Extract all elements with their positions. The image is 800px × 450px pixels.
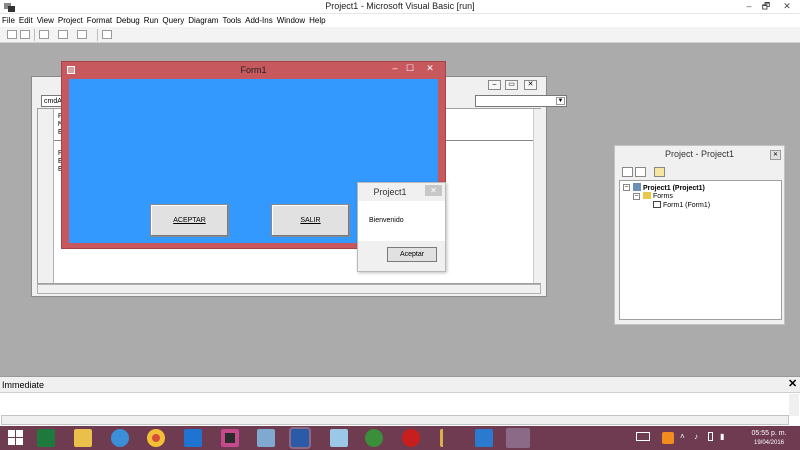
toolbar — [0, 27, 800, 43]
clock-date[interactable]: 19/04/2016 — [738, 440, 800, 446]
chevron-up-icon[interactable]: ˄ — [680, 432, 685, 441]
tree-item-project-label: Project1 (Project1) — [643, 185, 705, 192]
code-vertical-scrollbar[interactable] — [533, 109, 542, 283]
vb6-icon[interactable] — [506, 428, 530, 448]
toolbar-separator — [97, 29, 98, 41]
toolbar-spacing-icon[interactable] — [77, 30, 87, 39]
code-margin — [38, 109, 54, 283]
project-explorer-toolbar — [619, 165, 782, 179]
project-tree: – Project1 (Project1) – Forms Form1 (For… — [619, 180, 782, 320]
immediate-vertical-scrollbar[interactable] — [789, 394, 799, 416]
toolbar-size-icon[interactable] — [58, 30, 68, 39]
view-code-icon[interactable] — [622, 167, 633, 177]
immediate-close-button[interactable]: ✕ — [788, 379, 797, 390]
menu-debug[interactable]: Debug — [114, 14, 142, 27]
project-explorer: Project - Project1 ✕ – Project1 (Project… — [614, 145, 785, 325]
code-close-button[interactable]: ✕ — [524, 80, 537, 90]
message-box-header: Project1 ✕ — [358, 183, 445, 201]
menu-tools[interactable]: Tools — [220, 14, 243, 27]
excel-icon[interactable] — [37, 429, 55, 447]
battery-icon[interactable] — [708, 432, 713, 441]
dropbox-icon[interactable] — [184, 429, 202, 447]
accept-button[interactable]: ACEPTAR — [150, 204, 229, 237]
gimp-app-icon[interactable] — [475, 429, 493, 447]
tree-collapse-icon[interactable]: – — [623, 184, 630, 191]
menu-file[interactable]: File — [0, 14, 17, 27]
procedure-combo[interactable]: ▼ — [475, 95, 567, 107]
tree-item-forms[interactable]: Forms — [643, 192, 673, 200]
message-box: Project1 ✕ Bienvenido Aceptar — [357, 182, 446, 272]
menu-edit[interactable]: Edit — [17, 14, 35, 27]
menu-run[interactable]: Run — [142, 14, 161, 27]
form1-minimize-button[interactable]: – — [388, 63, 402, 75]
form1-maximize-button[interactable]: ☐ — [403, 63, 417, 75]
quill-app-icon[interactable] — [440, 429, 458, 447]
menu-window[interactable]: Window — [275, 14, 307, 27]
toggle-folders-icon[interactable] — [654, 167, 665, 177]
chevron-down-icon[interactable]: ▼ — [556, 97, 565, 105]
internet-explorer-icon[interactable] — [111, 429, 129, 447]
close-button[interactable]: ✕ — [778, 0, 796, 13]
network-app-icon[interactable] — [257, 429, 275, 447]
tree-item-form1-label: Form1 (Form1) — [663, 202, 711, 209]
message-text: Bienvenido — [369, 217, 404, 224]
network-icon[interactable]: ▮ — [720, 432, 724, 441]
menu-view[interactable]: View — [35, 14, 56, 27]
folder-icon — [643, 192, 651, 199]
clock-time[interactable]: 05:55 p. m. — [738, 430, 800, 437]
flash-icon[interactable] — [402, 429, 420, 447]
immediate-header: Immediate ✕ — [0, 377, 800, 393]
chrome-icon[interactable] — [147, 429, 165, 447]
tree-item-forms-label: Forms — [653, 193, 673, 200]
dreamweaver-icon[interactable] — [365, 429, 383, 447]
file-explorer-icon[interactable] — [74, 429, 92, 447]
message-box-close-button[interactable]: ✕ — [425, 185, 442, 196]
code-restore-button[interactable]: ▭ — [505, 80, 518, 90]
form1-close-button[interactable]: ✕ — [423, 63, 437, 75]
menu-bar: File Edit View Project Format Debug Run Query Di… — [0, 14, 800, 27]
project-explorer-close-button[interactable]: ✕ — [770, 150, 781, 160]
notepad-app-icon[interactable] — [330, 429, 348, 447]
tree-collapse-icon[interactable]: – — [633, 193, 640, 200]
immediate-horizontal-scrollbar[interactable] — [1, 415, 789, 425]
game-app-icon[interactable] — [221, 429, 239, 447]
form-icon — [653, 201, 661, 208]
toolbar-object-icon[interactable] — [7, 30, 17, 39]
view-object-icon[interactable] — [635, 167, 646, 177]
ok-button[interactable]: Aceptar — [387, 247, 437, 262]
minimize-button[interactable]: – — [740, 0, 758, 13]
immediate-window: Immediate ✕ — [0, 376, 800, 426]
menu-addins[interactable]: Add-Ins — [243, 14, 275, 27]
windows-start-icon[interactable] — [7, 429, 24, 446]
menu-query[interactable]: Query — [160, 14, 186, 27]
keyboard-icon[interactable] — [636, 432, 650, 441]
menu-help[interactable]: Help — [307, 14, 327, 27]
menu-project[interactable]: Project — [56, 14, 85, 27]
volume-icon[interactable]: ♪ — [694, 432, 698, 441]
project-explorer-title: Project - Project1 — [664, 149, 735, 159]
tray-app-icon[interactable] — [662, 432, 674, 444]
window-title: Project1 - Microsoft Visual Basic [run] — [325, 1, 475, 11]
toolbar-object2-icon[interactable] — [20, 30, 30, 39]
title-bar: Project1 - Microsoft Visual Basic [run] … — [0, 0, 800, 14]
tree-item-form1[interactable]: Form1 (Form1) — [653, 201, 710, 209]
message-box-title: Project1 — [373, 187, 407, 197]
tree-item-project[interactable]: Project1 (Project1) — [633, 183, 705, 192]
code-minimize-button[interactable]: – — [488, 80, 501, 90]
toolbar-lock-icon[interactable] — [102, 30, 112, 39]
project-icon — [633, 183, 641, 191]
menu-format[interactable]: Format — [85, 14, 114, 27]
toolbar-separator — [34, 29, 35, 41]
toolbar-align-icon[interactable] — [39, 30, 49, 39]
menu-diagram[interactable]: Diagram — [186, 14, 220, 27]
code-horizontal-scrollbar[interactable] — [37, 284, 541, 294]
restore-button[interactable]: 🗗 — [757, 0, 775, 13]
immediate-title: Immediate — [2, 380, 45, 390]
exit-button[interactable]: SALIR — [271, 204, 350, 237]
word-icon[interactable] — [291, 429, 309, 447]
